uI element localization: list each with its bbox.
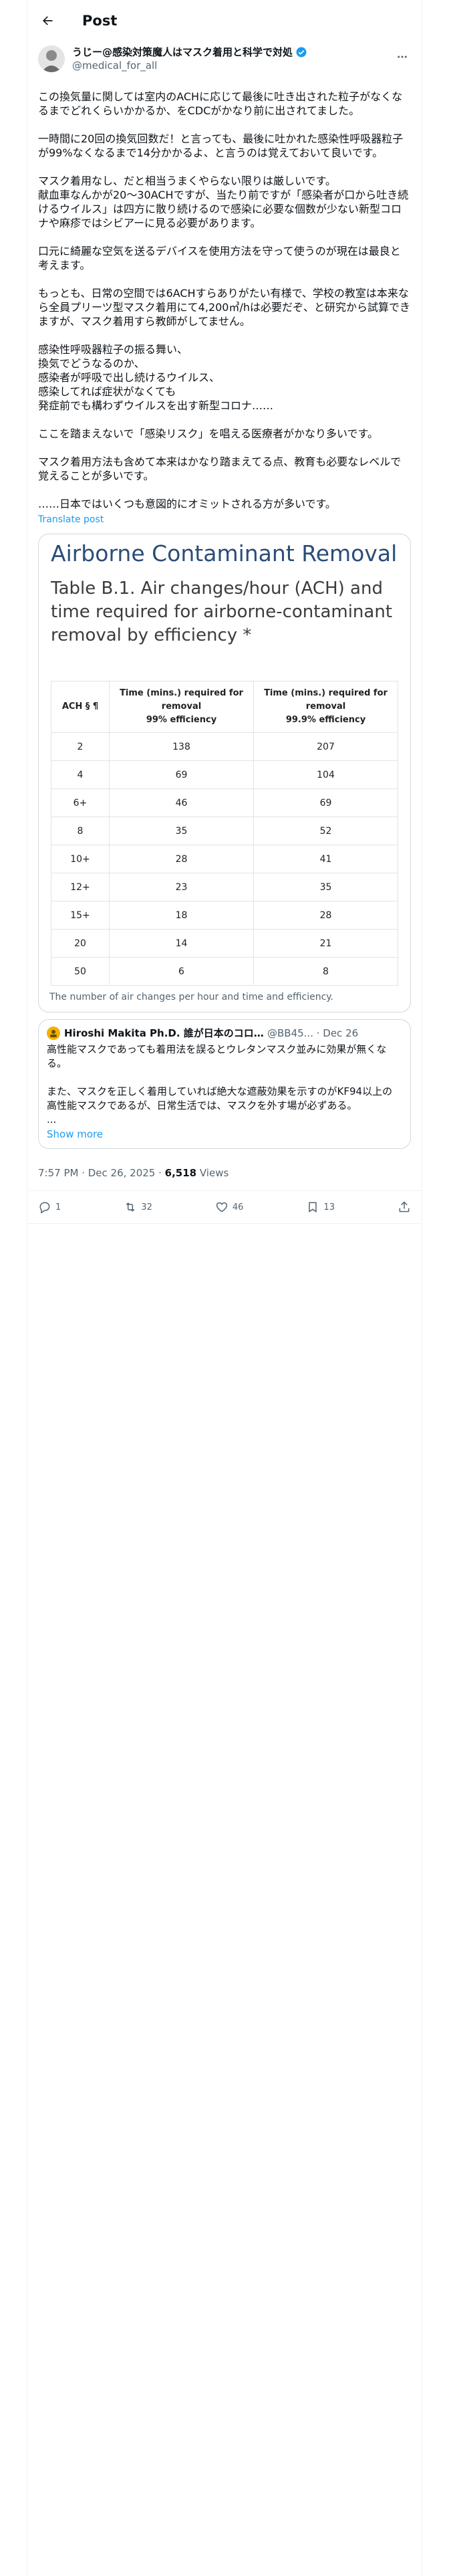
time-99-cell: 46	[109, 788, 254, 817]
author-handle[interactable]: @medical_for_all	[72, 59, 307, 72]
quote-author-handle: @BB45... · Dec 26	[267, 1027, 359, 1039]
translate-post-link[interactable]: Translate post	[38, 514, 411, 526]
table-row: 10+ 28 41	[51, 845, 398, 873]
time-99-cell: 23	[109, 873, 254, 901]
ach-cell: 15+	[51, 901, 110, 930]
reply-button[interactable]: 1	[38, 1200, 61, 1214]
bookmark-count: 13	[323, 1202, 335, 1212]
avatar-image-icon	[38, 45, 65, 72]
repost-count: 32	[141, 1202, 152, 1212]
ach-cell: 10+	[51, 845, 110, 873]
views-label: Views	[196, 1167, 229, 1179]
share-icon	[399, 1201, 410, 1212]
time-999-cell: 69	[253, 788, 398, 817]
post: うじー@感染対策魔人はマスク着用と科学で対処 @medical_for_all …	[27, 41, 422, 1224]
ach-cell: 8	[51, 817, 110, 845]
time-99-cell: 6	[109, 957, 254, 986]
time-999-cell: 8	[253, 957, 398, 986]
back-button[interactable]	[35, 9, 59, 33]
quote-header: Hiroshi Makita Ph.D. 誰が日本のコロナ禍を悪化させ... @…	[47, 1027, 402, 1040]
post-paragraph: ……日本ではいくつも意図的にオミットされる方が多いです。	[38, 498, 336, 510]
author-meta: うじー@感染対策魔人はマスク着用と科学で対処 @medical_for_all	[72, 45, 307, 80]
time-999-cell: 52	[253, 817, 398, 845]
post-paragraph: 口元に綺麗な空気を送るデバイスを使用方法を守って使うのが現在は最良と考えます。	[38, 245, 401, 272]
post-paragraph: マスク着用なし、だと相当うまくやらない限りは厳しいです。 献血車なんかが20〜3…	[38, 175, 409, 229]
avatar[interactable]	[38, 45, 65, 72]
post-time[interactable]: 7:57 PM · Dec 26, 2025 ·	[38, 1167, 165, 1179]
reply-icon	[39, 1202, 50, 1214]
table-row: 50 6 8	[51, 957, 398, 986]
time-999-cell: 28	[253, 901, 398, 930]
table-row: 6+ 46 69	[51, 788, 398, 817]
quote-author-name: Hiroshi Makita Ph.D. 誰が日本のコロナ禍を悪化させ...	[64, 1027, 265, 1039]
ach-cell: 50	[51, 957, 110, 986]
table-row: 2 138 207	[51, 732, 398, 761]
share-button[interactable]	[398, 1200, 411, 1214]
arrow-left-icon	[43, 16, 53, 25]
divider	[27, 1223, 422, 1224]
media-caption: The number of air changes per hour and t…	[49, 992, 334, 1002]
media-image[interactable]: Airborne Contaminant Removal Table B.1. …	[38, 534, 411, 1012]
column-header: Time (mins.) required for removal 99% ef…	[109, 681, 254, 733]
time-99-cell: 14	[109, 929, 254, 958]
time-99-cell: 28	[109, 845, 254, 873]
post-paragraph: 一時間に20回の換気回数だ！と言っても、最後に吐かれた感染性呼吸器粒子が99%な…	[38, 132, 404, 159]
ach-cell: 20	[51, 929, 110, 958]
more-horizontal-icon	[398, 56, 407, 58]
ach-cell: 12+	[51, 873, 110, 901]
column-header: ACH § ¶	[51, 681, 110, 733]
time-999-cell: 207	[253, 732, 398, 761]
time-99-cell: 138	[109, 732, 254, 761]
reply-count: 1	[55, 1202, 61, 1212]
top-bar: Post	[27, 0, 422, 41]
ach-cell: 2	[51, 732, 110, 761]
post-paragraph: この換気量に関しては室内のACHに応じて最後に吐き出された粒子がなくなるまでどれ…	[38, 90, 403, 117]
time-999-cell: 35	[253, 873, 398, 901]
post-paragraph: ここを踏まえないで「感染リスク」を唱える医療者がかなり多いです。	[38, 427, 378, 440]
verified-badge-icon	[295, 46, 307, 58]
post-paragraph: もっとも、日常の空間では6ACHすらありがたい有様で、学校の教室は本来なら全員プ…	[38, 287, 411, 328]
quote-text: 高性能マスクであっても着用法を誤るとウレタンマスク並みに効果が無くなる。 また、…	[47, 1043, 393, 1125]
time-99-cell: 69	[109, 760, 254, 789]
table-row: 8 35 52	[51, 817, 398, 845]
like-count: 46	[232, 1202, 244, 1212]
post-timestamp: 7:57 PM · Dec 26, 2025 · 6,518 Views	[38, 1166, 411, 1180]
action-bar: 1 32 46 13	[27, 1191, 422, 1223]
quoted-post[interactable]: Hiroshi Makita Ph.D. 誰が日本のコロナ禍を悪化させ... @…	[38, 1019, 411, 1149]
table-row: 15+ 18 28	[51, 901, 398, 930]
ach-cell: 6+	[51, 788, 110, 817]
table-row: 20 14 21	[51, 929, 398, 958]
time-999-cell: 104	[253, 760, 398, 789]
table-row: 4 69 104	[51, 760, 398, 789]
repost-button[interactable]: 32	[124, 1200, 152, 1214]
table-row: 12+ 23 35	[51, 873, 398, 901]
quote-avatar	[47, 1027, 60, 1040]
post-paragraph: 感染性呼吸器粒子の振る舞い、 換気でどうなるのか、 感染者が呼吸で出し続けるウイ…	[38, 343, 274, 412]
like-button[interactable]: 46	[215, 1200, 244, 1214]
heart-icon	[216, 1202, 228, 1212]
author-name[interactable]: うじー@感染対策魔人はマスク着用と科学で対処	[72, 45, 293, 59]
time-999-cell: 21	[253, 929, 398, 958]
bookmark-button[interactable]: 13	[306, 1200, 335, 1214]
ach-cell: 4	[51, 760, 110, 789]
page-title: Post	[82, 13, 118, 29]
ach-table: ACH § ¶ Time (mins.) required for remova…	[51, 681, 398, 986]
show-more-link[interactable]: Show more	[47, 1128, 103, 1140]
post-paragraph: マスク着用方法も含めて本来はかなり踏まえてる点、教育も必要なレベルで覚えることが…	[38, 455, 402, 482]
views-count: 6,518	[164, 1167, 197, 1179]
repost-icon	[126, 1202, 135, 1212]
column-header: Time (mins.) required for removal 99.9% …	[253, 681, 398, 733]
author-row: うじー@感染対策魔人はマスク着用と科学で対処 @medical_for_all	[27, 41, 422, 80]
time-99-cell: 35	[109, 817, 254, 845]
bookmark-icon	[309, 1202, 317, 1213]
time-99-cell: 18	[109, 901, 254, 930]
more-options-button[interactable]	[391, 45, 414, 68]
post-text: この換気量に関しては室内のACHに応じて最後に吐き出された粒子がなくなるまでどれ…	[27, 90, 422, 511]
quote-avatar-icon	[50, 1030, 57, 1037]
media-heading: Airborne Contaminant Removal	[51, 540, 398, 566]
time-999-cell: 41	[253, 845, 398, 873]
table-title: Table B.1. Air changes/hour (ACH) and ti…	[51, 578, 393, 645]
page: Post うじー@感染対策魔人はマスク着用と科学で対処 @medical_for…	[0, 0, 451, 2576]
